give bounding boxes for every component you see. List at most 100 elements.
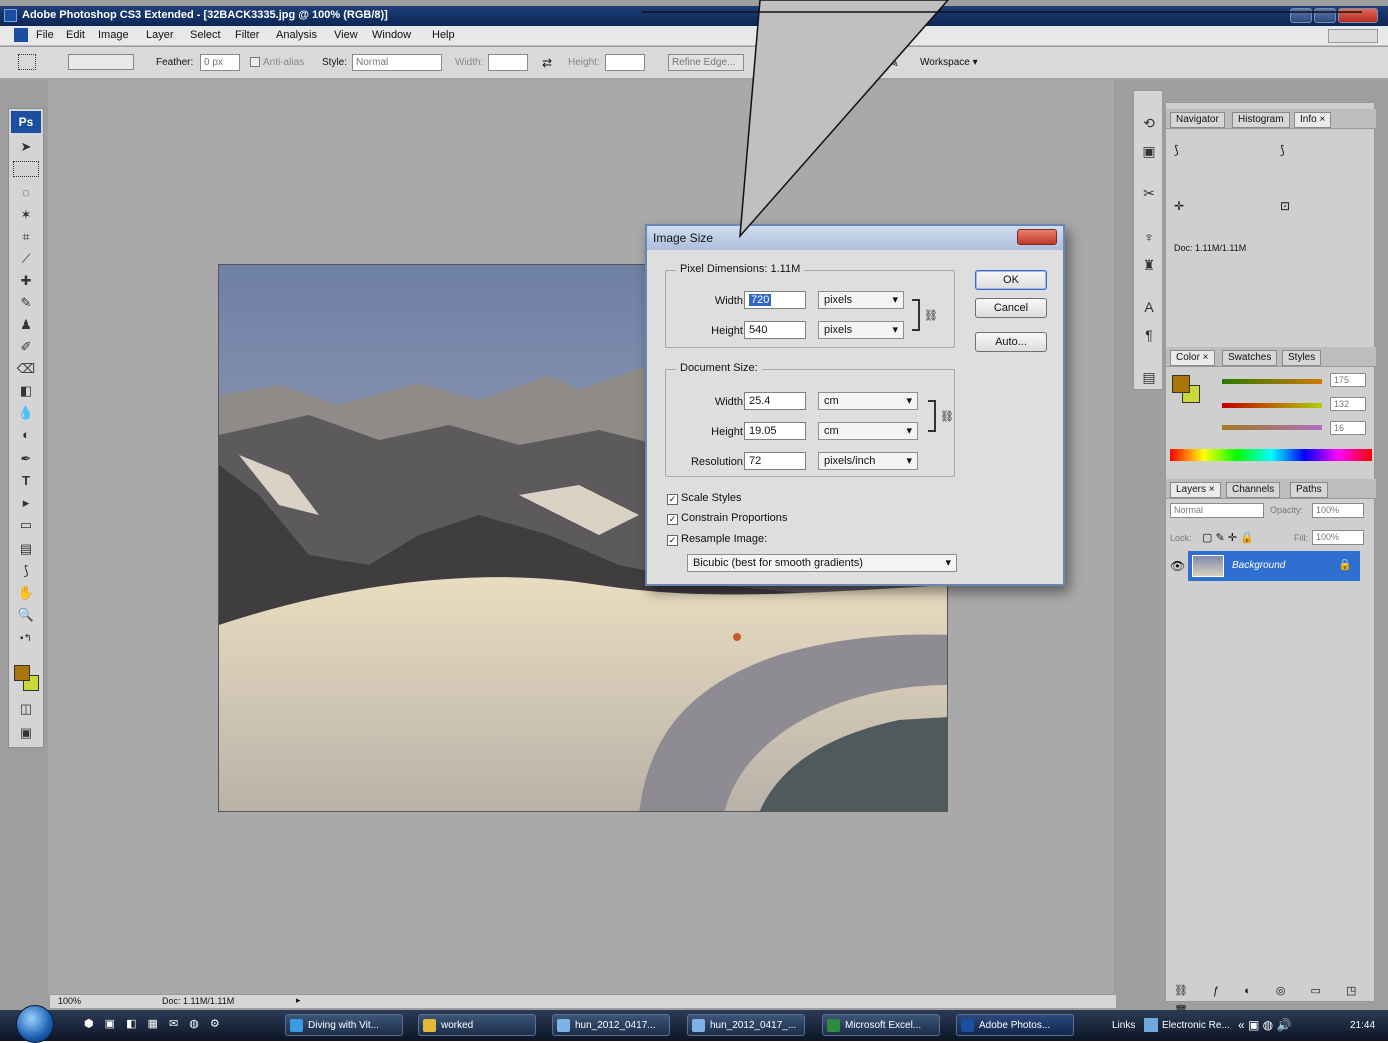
opacity-input[interactable]: 100% (1312, 503, 1364, 518)
menu-help[interactable]: Help (432, 29, 455, 41)
refine-edge-button[interactable]: Refine Edge... (668, 54, 744, 71)
tab-navigator[interactable]: Navigator (1170, 112, 1225, 128)
menu-file[interactable]: File (36, 29, 54, 41)
eraser-tool-icon[interactable]: ⌫ (13, 359, 39, 379)
visibility-eye-icon[interactable]: 👁 (1170, 559, 1185, 573)
menu-edit[interactable]: Edit (66, 29, 85, 41)
color-spectrum-bar[interactable] (1170, 449, 1372, 461)
width-input[interactable] (488, 54, 528, 71)
color-fg-swatch[interactable] (1172, 375, 1190, 393)
blur-tool-icon[interactable]: 💧 (13, 403, 39, 423)
doc-width-input[interactable]: 25.4 (744, 392, 806, 410)
shape-tool-icon[interactable]: ▭ (13, 515, 39, 535)
maximize-button[interactable] (1314, 8, 1336, 23)
quick-launch-icons[interactable]: ⬢ ▣ ◧ ▦ ✉ ◍ ⚙ (84, 1017, 234, 1033)
gradient-tool-icon[interactable]: ◧ (13, 381, 39, 401)
paragraph-icon[interactable]: ¶ (1139, 325, 1159, 345)
height-input[interactable] (605, 54, 645, 71)
links-toolbar[interactable]: Links (1112, 1020, 1135, 1031)
tab-histogram[interactable]: Histogram (1232, 112, 1290, 128)
taskbar-item-1[interactable]: worked (418, 1014, 536, 1036)
taskbar-item-3[interactable]: hun_2012_0417_... (687, 1014, 805, 1036)
status-menu-arrow[interactable]: ▸ (296, 995, 301, 1006)
swap-icon[interactable]: ⇄ (542, 56, 552, 70)
hand-tool-icon[interactable]: ✋ (13, 583, 39, 603)
px-width-unit-select[interactable]: pixels (818, 291, 904, 309)
lock-icons[interactable]: ▢ ✎ ✛ 🔒 (1202, 531, 1254, 544)
dodge-tool-icon[interactable]: ◐ (13, 425, 39, 445)
doc-height-input[interactable]: 19.05 (744, 422, 806, 440)
layer-comps-icon[interactable]: ▤ (1139, 367, 1159, 387)
px-height-unit-select[interactable]: pixels (818, 321, 904, 339)
close-button[interactable] (1338, 8, 1378, 23)
brushes-icon[interactable]: ✎ (888, 55, 899, 71)
start-button[interactable] (16, 1005, 54, 1043)
crop-tool-icon[interactable]: ⌗ (13, 227, 39, 247)
blend-mode-select[interactable]: Normal (1170, 503, 1264, 518)
dialog-close-button[interactable] (1017, 229, 1057, 245)
scale-styles-checkbox[interactable]: ✓ Scale Styles (667, 492, 742, 505)
screen-mode-icon[interactable]: ▣ (13, 723, 39, 743)
workspace-menu[interactable]: Workspace ▾ (920, 57, 978, 68)
history-brush-icon[interactable]: ✐ (13, 337, 39, 357)
green-value[interactable]: 132 (1330, 397, 1366, 411)
layer-row-background[interactable]: Background 🔒 (1188, 551, 1360, 581)
blue-value[interactable]: 16 (1330, 421, 1366, 435)
lasso-tool-icon[interactable]: ◌ (13, 183, 39, 203)
notes-tool-icon[interactable]: ▤ (13, 539, 39, 559)
tool-presets-icon[interactable]: ✂ (1139, 183, 1159, 203)
menu-image[interactable]: Image (98, 29, 129, 41)
move-tool-icon[interactable]: ➤ (13, 137, 39, 157)
eyedropper-tool-icon[interactable]: ⟆ (13, 561, 39, 581)
px-height-input[interactable]: 540 (744, 321, 806, 339)
marquee-tool-icon[interactable] (13, 161, 39, 177)
taskbar-item-0[interactable]: Diving with Vit... (285, 1014, 403, 1036)
px-width-input[interactable]: 720 (744, 291, 806, 309)
electronic-toolbar[interactable]: Electronic Re... (1162, 1020, 1230, 1031)
tab-channels[interactable]: Channels (1226, 482, 1281, 498)
taskbar-item-2[interactable]: hun_2012_0417... (552, 1014, 670, 1036)
tab-layers[interactable]: Layers × (1170, 482, 1221, 498)
selection-mode-buttons[interactable] (68, 54, 134, 70)
resample-method-select[interactable]: Bicubic (best for smooth gradients) (687, 554, 957, 572)
menu-filter[interactable]: Filter (235, 29, 259, 41)
green-slider[interactable] (1222, 403, 1322, 408)
foreground-color-swatch[interactable] (14, 665, 30, 681)
doc-height-unit-select[interactable]: cm (818, 422, 918, 440)
tab-swatches[interactable]: Swatches (1222, 350, 1278, 366)
pen-tool-icon[interactable]: ✒ (13, 449, 39, 469)
red-value[interactable]: 175 (1330, 373, 1366, 387)
menu-layer[interactable]: Layer (146, 29, 174, 41)
minimize-button[interactable] (1290, 8, 1312, 23)
document-window-controls[interactable] (1328, 29, 1378, 43)
healing-brush-icon[interactable]: ✚ (13, 271, 39, 291)
constrain-proportions-checkbox[interactable]: ✓ Constrain Proportions (667, 512, 787, 525)
zoom-level[interactable]: 100% (58, 996, 81, 1006)
resolution-input[interactable]: 72 (744, 452, 806, 470)
tab-paths[interactable]: Paths (1290, 482, 1328, 498)
system-tray-icons[interactable]: « ▣ ◍ 🔊 (1238, 1018, 1291, 1032)
brush-tool-icon[interactable]: ✎ (13, 293, 39, 313)
blue-slider[interactable] (1222, 425, 1322, 430)
taskbar-item-4[interactable]: Microsoft Excel... (822, 1014, 940, 1036)
menu-view[interactable]: View (334, 29, 358, 41)
tab-styles[interactable]: Styles (1282, 350, 1322, 366)
quick-mask-icon[interactable]: ◫ (13, 699, 39, 719)
path-selection-icon[interactable]: ▸ (13, 493, 39, 513)
default-colors-icon[interactable]: ▪↰ (13, 629, 39, 649)
red-slider[interactable] (1222, 379, 1322, 384)
cancel-button[interactable]: Cancel (975, 298, 1047, 318)
layer-panel-buttons[interactable]: ⛓ ƒ ◐ ◎ ▭ ◳ 🗑 (1166, 981, 1374, 1017)
tab-info[interactable]: Info × (1294, 112, 1332, 128)
style-select[interactable]: Normal (352, 54, 442, 71)
brushes-panel-icon[interactable]: ♆ (1139, 227, 1159, 247)
clone-source-icon[interactable]: ♜ (1139, 255, 1159, 275)
menu-window[interactable]: Window (372, 29, 411, 41)
resolution-unit-select[interactable]: pixels/inch (818, 452, 918, 470)
character-icon[interactable]: A (1139, 297, 1159, 317)
antialias-checkbox[interactable] (250, 57, 260, 67)
history-icon[interactable]: ⟲ (1139, 113, 1159, 133)
ok-button[interactable]: OK (975, 270, 1047, 290)
menu-select[interactable]: Select (190, 29, 221, 41)
type-tool-icon[interactable]: T (13, 471, 39, 491)
